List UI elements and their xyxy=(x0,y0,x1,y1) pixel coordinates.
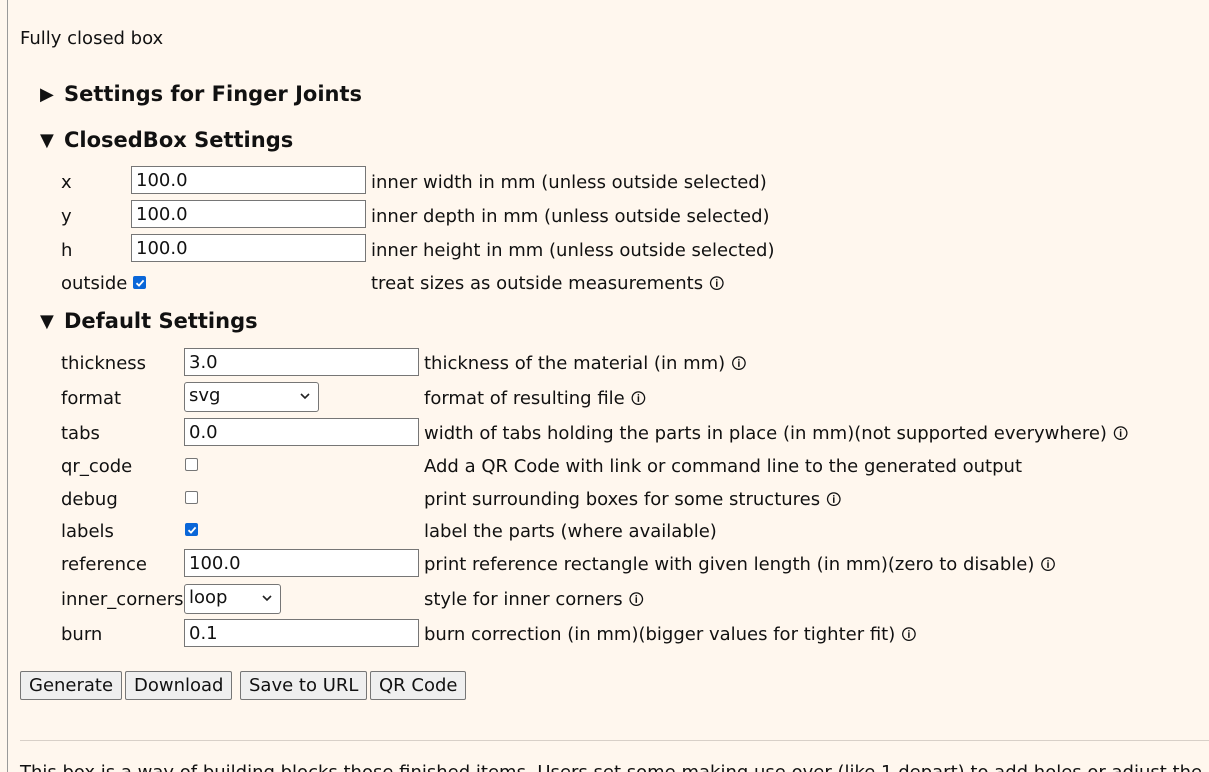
qr-code-label: qr_code xyxy=(61,456,133,477)
section-title: Settings for Finger Joints xyxy=(64,82,363,106)
info-icon[interactable]: 🛈 xyxy=(1040,556,1055,574)
expand-triangle-icon: ▶ xyxy=(40,84,54,105)
info-icon[interactable]: 🛈 xyxy=(826,491,841,509)
qr-code-help: Add a QR Code with link or command line … xyxy=(424,456,1023,477)
tabs-input[interactable] xyxy=(184,418,419,446)
format-help: format of resulting file 🛈 xyxy=(424,388,647,409)
section-title: ClosedBox Settings xyxy=(64,128,294,152)
debug-label: debug xyxy=(61,489,118,510)
inner-corners-select[interactable]: loop xyxy=(184,584,281,614)
format-label: format xyxy=(61,388,122,409)
section-closedbox-toggle[interactable]: ▼ ClosedBox Settings xyxy=(40,128,293,152)
info-icon[interactable]: 🛈 xyxy=(901,626,916,644)
inner-corners-label: inner_corners xyxy=(61,589,184,610)
generator-long-description: This box is a way of building blocks tho… xyxy=(20,762,1209,772)
generator-description: Fully closed box xyxy=(20,28,164,49)
collapse-triangle-icon: ▼ xyxy=(40,311,54,332)
section-title: Default Settings xyxy=(64,309,258,333)
thickness-help: thickness of the material (in mm) 🛈 xyxy=(424,353,747,374)
thickness-label: thickness xyxy=(61,353,147,374)
inner-corners-selected-value: loop xyxy=(189,587,228,608)
tabs-help: width of tabs holding the parts in place… xyxy=(424,423,1129,444)
thickness-input[interactable] xyxy=(184,348,419,376)
qr-code-button[interactable]: QR Code xyxy=(370,671,467,700)
reference-label: reference xyxy=(61,554,147,575)
generate-button[interactable]: Generate xyxy=(20,671,123,700)
check-icon xyxy=(135,279,145,287)
page: Fully closed box ▶ Settings for Finger Jo… xyxy=(7,0,1209,772)
info-icon[interactable]: 🛈 xyxy=(629,591,644,609)
info-icon[interactable]: 🛈 xyxy=(709,275,724,293)
y-help: inner depth in mm (unless outside select… xyxy=(371,206,770,227)
info-icon[interactable]: 🛈 xyxy=(731,355,746,373)
debug-checkbox[interactable] xyxy=(185,491,198,504)
labels-label: labels xyxy=(61,521,114,542)
qr-code-checkbox[interactable] xyxy=(185,458,198,471)
burn-label: burn xyxy=(61,624,103,645)
download-button[interactable]: Download xyxy=(125,671,233,700)
y-input[interactable] xyxy=(131,200,366,228)
x-help: inner width in mm (unless outside select… xyxy=(371,172,767,193)
divider xyxy=(20,740,1209,741)
x-input[interactable] xyxy=(131,166,366,194)
y-label: y xyxy=(61,206,72,227)
chevron-down-icon xyxy=(300,393,310,400)
info-icon[interactable]: 🛈 xyxy=(631,390,646,408)
check-icon xyxy=(187,526,197,534)
save-to-url-button[interactable]: Save to URL xyxy=(240,671,368,700)
labels-checkbox[interactable] xyxy=(185,523,198,536)
outside-checkbox[interactable] xyxy=(133,276,146,289)
section-default-toggle[interactable]: ▼ Default Settings xyxy=(40,309,258,333)
reference-input[interactable] xyxy=(184,549,419,577)
chevron-down-icon xyxy=(262,595,272,602)
format-select[interactable]: svg xyxy=(184,382,319,412)
info-icon[interactable]: 🛈 xyxy=(1113,425,1128,443)
section-finger-joints-toggle[interactable]: ▶ Settings for Finger Joints xyxy=(40,82,362,106)
h-help: inner height in mm (unless outside selec… xyxy=(371,240,775,261)
outside-help: treat sizes as outside measurements 🛈 xyxy=(371,273,725,294)
labels-help: label the parts (where available) xyxy=(424,521,717,542)
collapse-triangle-icon: ▼ xyxy=(40,130,54,151)
inner-corners-help: style for inner corners 🛈 xyxy=(424,589,644,610)
burn-help: burn correction (in mm)(bigger values fo… xyxy=(424,624,917,645)
debug-help: print surrounding boxes for some structu… xyxy=(424,489,842,510)
reference-help: print reference rectangle with given len… xyxy=(424,554,1056,575)
format-selected-value: svg xyxy=(189,385,221,406)
burn-input[interactable] xyxy=(184,619,419,647)
outside-label: outside xyxy=(61,273,128,294)
h-input[interactable] xyxy=(131,234,366,262)
h-label: h xyxy=(61,240,73,261)
x-label: x xyxy=(61,172,72,193)
tabs-label: tabs xyxy=(61,423,100,444)
